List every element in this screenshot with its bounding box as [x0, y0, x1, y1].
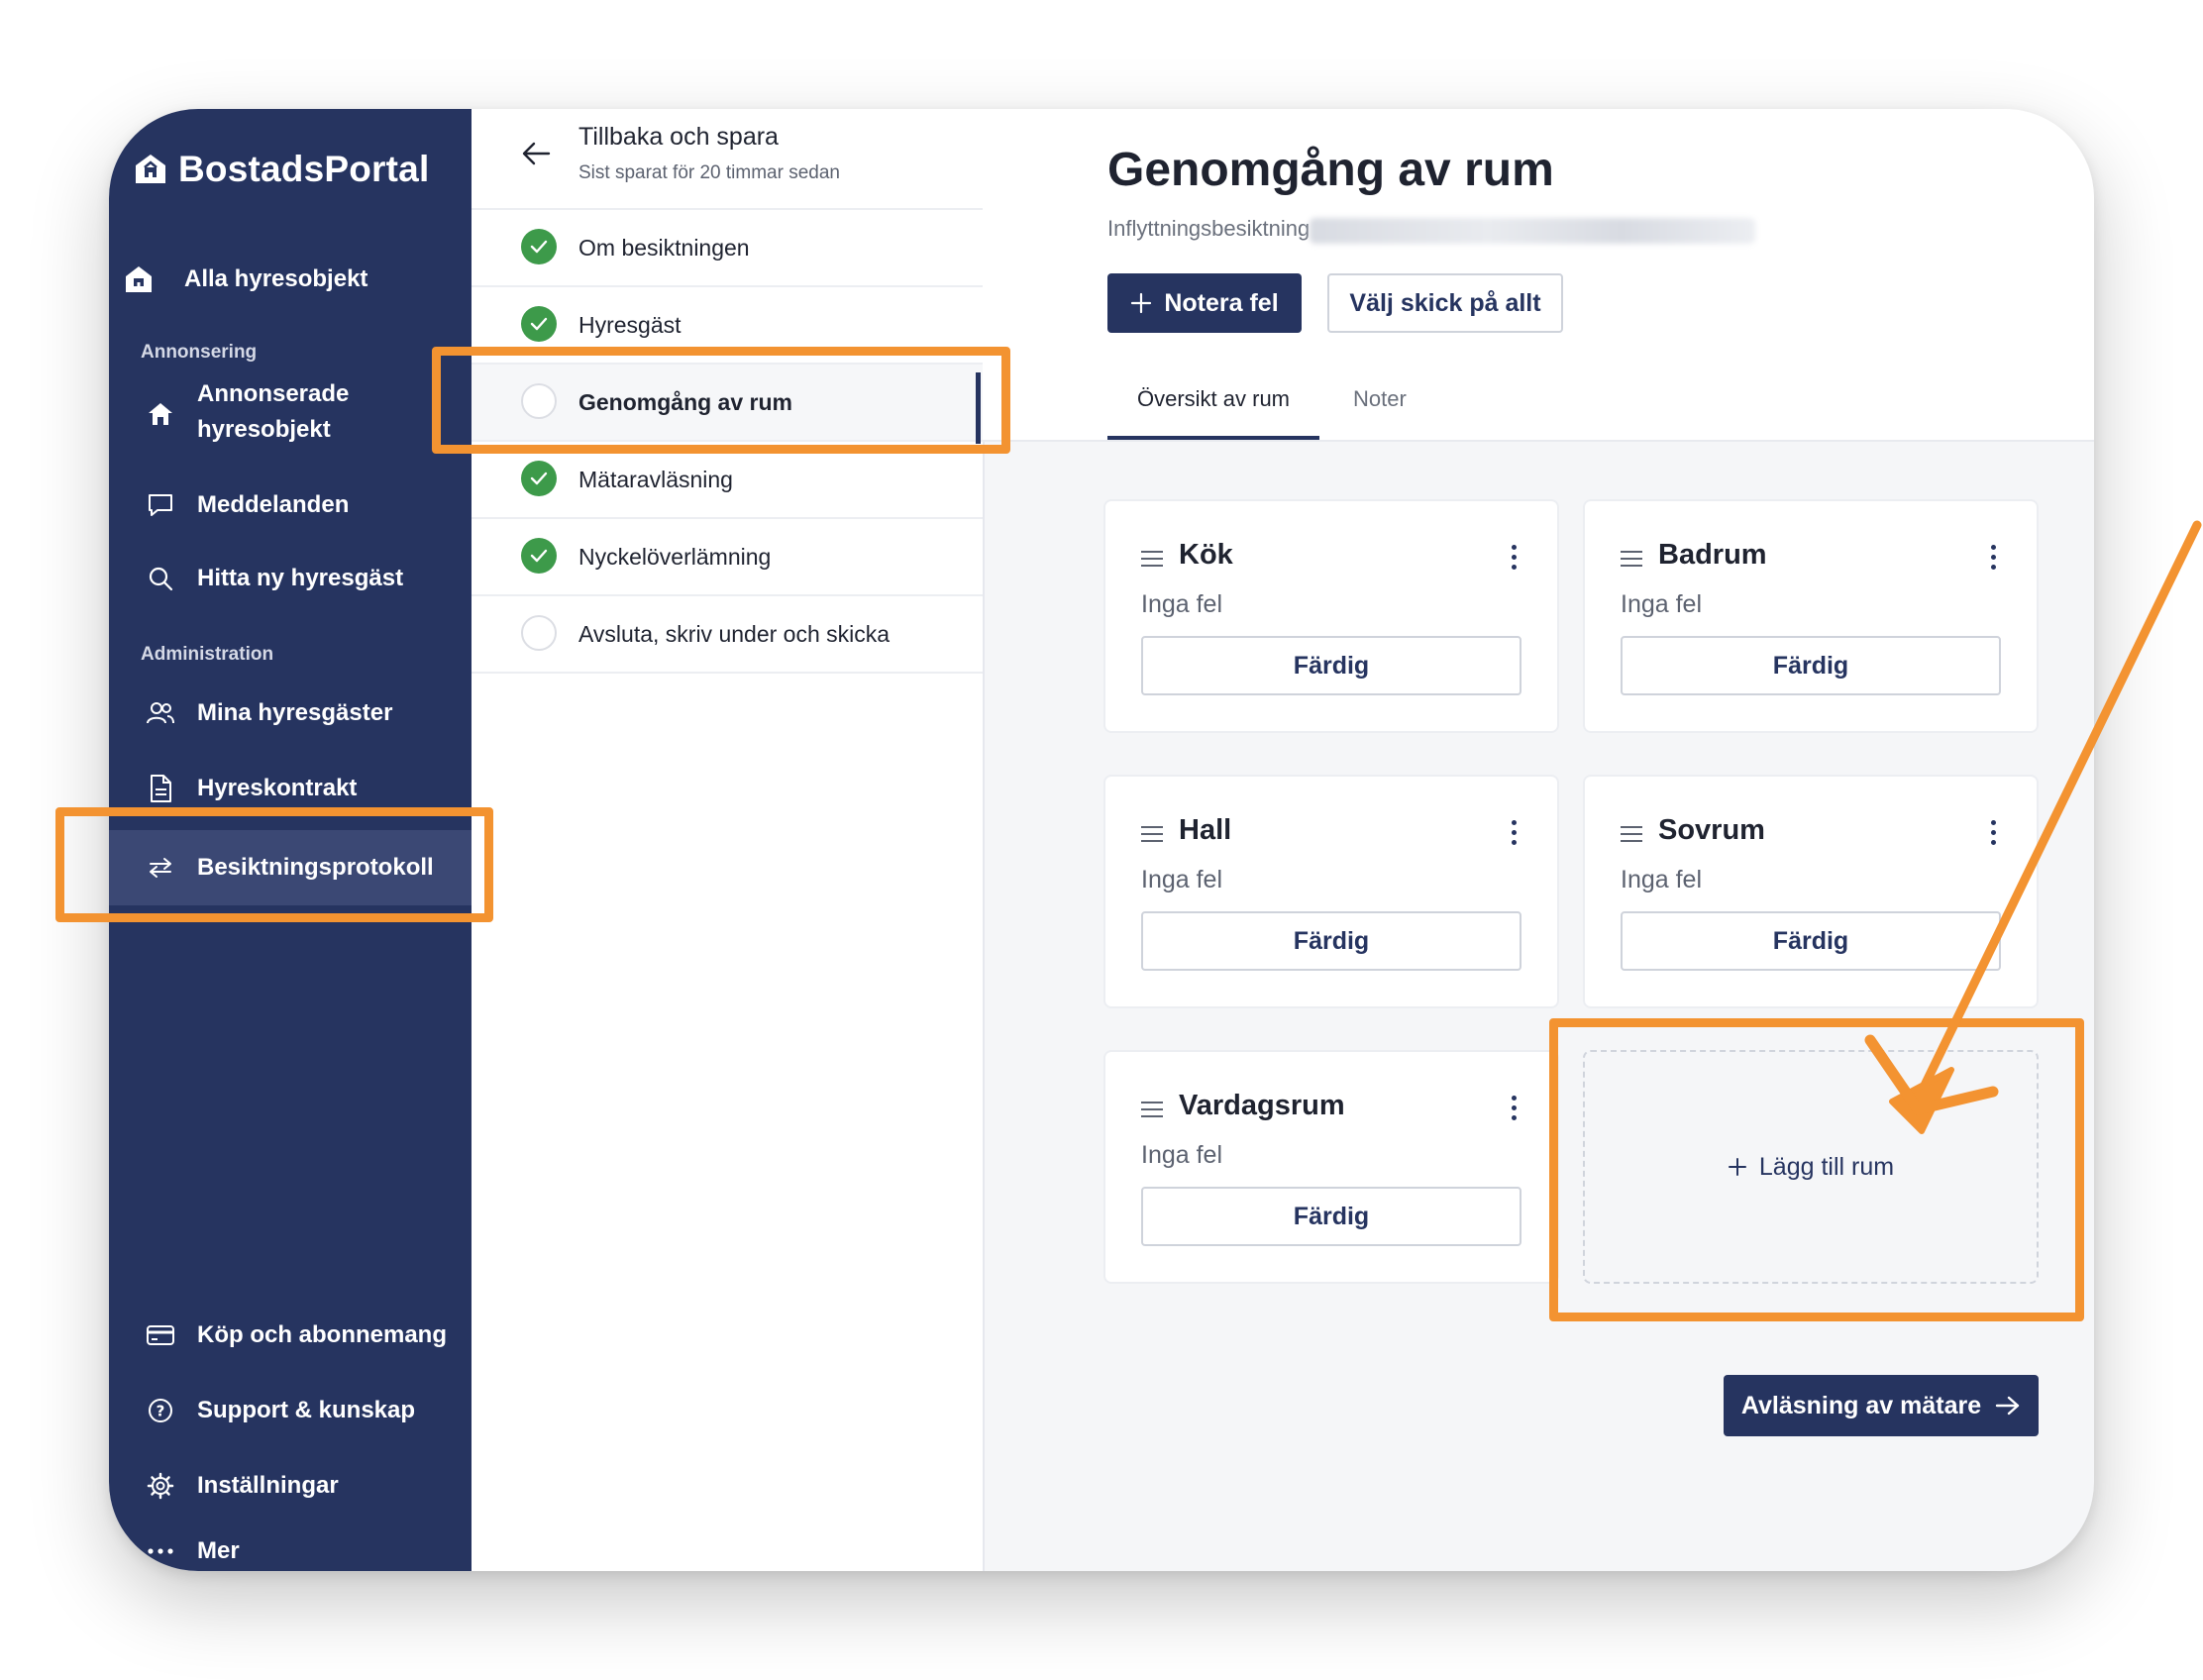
kebab-menu-icon[interactable]: [1512, 545, 1518, 575]
gear-icon: [145, 1470, 176, 1502]
nav-more[interactable]: Mer: [109, 1531, 472, 1571]
kebab-menu-icon[interactable]: [1512, 1096, 1518, 1125]
users-icon: [145, 697, 176, 729]
drag-handle-icon[interactable]: [1621, 551, 1642, 572]
step-item[interactable]: Nyckelöverlämning: [472, 519, 983, 596]
more-icon: [145, 1535, 176, 1567]
step-item[interactable]: Om besiktningen: [472, 210, 983, 287]
steps-panel: Tillbaka och spara Sist sparat för 20 ti…: [472, 109, 985, 1571]
nav-all-objects[interactable]: Alla hyresobjekt: [109, 254, 472, 305]
app-name: BostadsPortal: [178, 149, 430, 189]
annotation-arrow: [1864, 520, 2202, 1134]
drag-handle-icon[interactable]: [1141, 551, 1163, 572]
nav-label: Hitta ny hyresgäst: [197, 565, 404, 591]
arrow-right-icon: [1995, 1396, 2020, 1416]
search-icon: [145, 563, 176, 594]
plus-icon: [1131, 292, 1152, 314]
button-label: Notera fel: [1164, 288, 1279, 317]
highlight-box-step: [432, 347, 1010, 454]
tab-room-overview[interactable]: Översikt av rum: [1107, 386, 1319, 440]
room-card: Kök Inga fel Färdig: [1103, 499, 1559, 733]
document-icon: [145, 773, 176, 804]
nav-settings[interactable]: Inställningar: [109, 1456, 472, 1516]
nav-messages[interactable]: Meddelanden: [109, 475, 472, 535]
done-button[interactable]: Färdig: [1141, 1187, 1521, 1246]
house-icon: [123, 263, 155, 295]
back-and-save[interactable]: Tillbaka och spara Sist sparat för 20 ti…: [472, 109, 983, 210]
arrow-left-icon: [522, 142, 551, 165]
nav-support[interactable]: ? Support & kunskap: [109, 1381, 472, 1440]
svg-text:?: ?: [157, 1403, 165, 1420]
button-label: Avläsning av mätare: [1740, 1391, 1982, 1419]
room-name: Sovrum: [1658, 814, 1765, 846]
logo[interactable]: BostadsPortal: [133, 149, 429, 190]
card-icon: [145, 1319, 176, 1351]
check-icon: [521, 306, 557, 342]
room-card: Vardagsrum Inga fel Färdig: [1103, 1050, 1559, 1284]
room-status: Inga fel: [1621, 866, 1703, 893]
back-title: Tillbaka och spara: [578, 123, 779, 151]
nav-label: Alla hyresobjekt: [184, 265, 368, 292]
nav-label: Mina hyresgäster: [197, 699, 393, 726]
check-icon: [521, 461, 557, 496]
redacted-address: [1310, 218, 1755, 244]
nav-label: Inställningar: [197, 1472, 339, 1499]
chat-icon: [145, 489, 176, 521]
nav-label: hyresobjekt: [197, 416, 331, 443]
house-logo-icon: [136, 155, 165, 183]
room-status: Inga fel: [1621, 590, 1703, 618]
step-label: Avsluta, skriv under och skicka: [578, 621, 891, 647]
last-saved: Sist sparat för 20 timmar sedan: [578, 162, 840, 183]
tab-notes[interactable]: Noter: [1353, 386, 1407, 412]
room-name: Vardagsrum: [1179, 1090, 1345, 1121]
nav-label: Hyreskontrakt: [197, 775, 358, 801]
highlight-box-nav: [55, 807, 493, 922]
step-label: Nyckelöverlämning: [578, 544, 772, 570]
check-icon: [521, 229, 557, 264]
inspection-type: Inflyttningsbesiktning -: [1107, 216, 1323, 241]
nav-label: Köp och abonnemang: [197, 1321, 447, 1348]
drag-handle-icon[interactable]: [1141, 1102, 1163, 1122]
help-icon: ?: [145, 1395, 176, 1426]
done-button[interactable]: Färdig: [1141, 636, 1521, 695]
choose-condition-button[interactable]: Välj skick på allt: [1327, 273, 1563, 333]
main-header: Genomgång av rum Inflyttningsbesiktning …: [983, 109, 2094, 442]
next-step-button[interactable]: Avläsning av mätare: [1724, 1375, 2039, 1436]
room-name: Kök: [1179, 539, 1233, 571]
step-label: Om besiktningen: [578, 235, 750, 261]
house-icon: [145, 398, 176, 430]
room-status: Inga fel: [1141, 590, 1223, 618]
room-status: Inga fel: [1141, 866, 1223, 893]
nav-label: Annonserade: [197, 380, 350, 407]
kebab-menu-icon[interactable]: [1512, 820, 1518, 850]
step-item[interactable]: Avsluta, skriv under och skicka: [472, 596, 983, 674]
room-card: Hall Inga fel Färdig: [1103, 775, 1559, 1008]
section-label-ads: Annonsering: [141, 342, 258, 363]
page-title: Genomgång av rum: [1107, 144, 1554, 196]
nav-find-tenant[interactable]: Hitta ny hyresgäst: [109, 549, 472, 608]
nav-my-tenants[interactable]: Mina hyresgäster: [109, 683, 472, 743]
done-button[interactable]: Färdig: [1141, 911, 1521, 971]
nav-purchases[interactable]: Köp och abonnemang: [109, 1306, 472, 1365]
button-label: Välj skick på allt: [1349, 288, 1541, 317]
note-defect-button[interactable]: Notera fel: [1107, 273, 1302, 333]
drag-handle-icon[interactable]: [1621, 826, 1642, 847]
room-name: Badrum: [1658, 539, 1767, 571]
nav-label: Mer: [197, 1537, 240, 1564]
room-name: Hall: [1179, 814, 1232, 846]
room-status: Inga fel: [1141, 1141, 1223, 1169]
nav-advertised-objects[interactable]: Annonserade hyresobjekt: [109, 376, 472, 452]
nav-label: Support & kunskap: [197, 1397, 416, 1423]
nav-label: Meddelanden: [197, 491, 350, 518]
check-icon: [521, 538, 557, 574]
section-label-admin: Administration: [141, 644, 274, 665]
empty-circle-icon: [521, 615, 557, 651]
drag-handle-icon[interactable]: [1141, 826, 1163, 847]
